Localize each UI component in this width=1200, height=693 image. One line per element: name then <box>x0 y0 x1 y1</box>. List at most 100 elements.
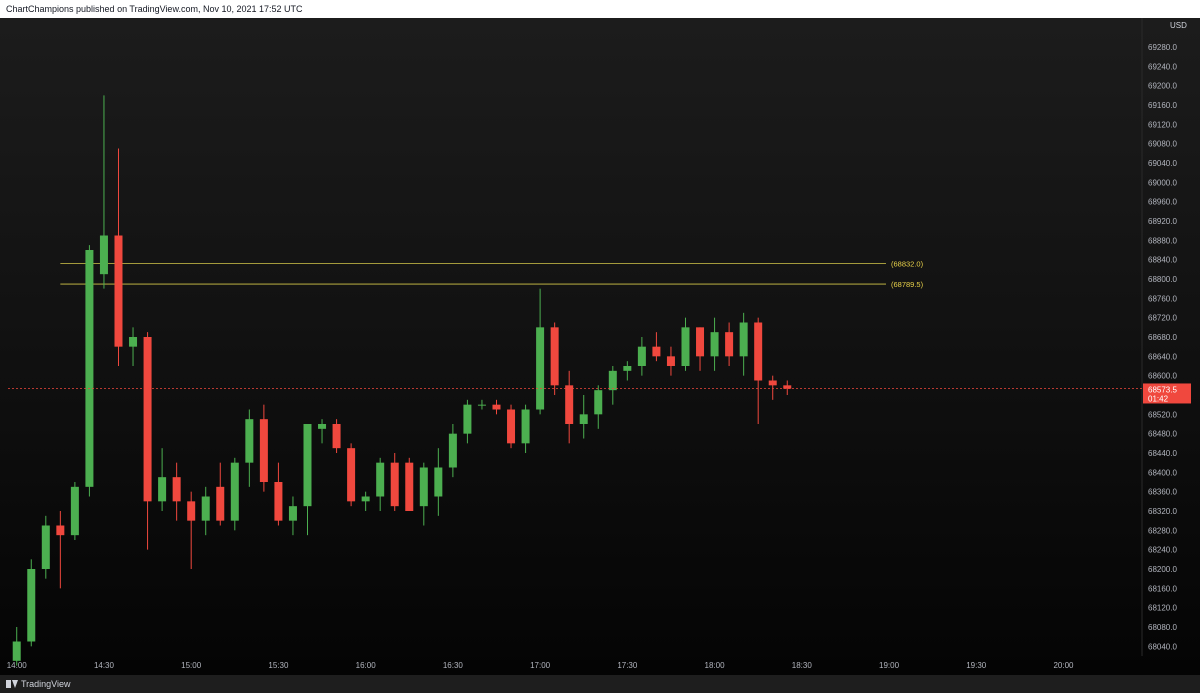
candle-body <box>725 332 734 357</box>
candle-body <box>230 462 239 521</box>
candle-body <box>652 346 661 357</box>
price-tick-label: 68080.0 <box>1148 623 1177 632</box>
price-tick-label: 68400.0 <box>1148 468 1177 477</box>
price-tick-label: 68520.0 <box>1148 410 1177 419</box>
footer-brand: TradingView <box>21 679 71 689</box>
candle-body <box>536 327 545 410</box>
candle-body <box>594 390 603 415</box>
price-axis[interactable]: USD 68040.0 68080.0 68120.0 68160.0 68200.0 68… <box>1141 18 1187 656</box>
price-tick-label: 69120.0 <box>1148 120 1177 129</box>
time-tick-label: 16:30 <box>443 661 464 670</box>
price-tick-label: 68960.0 <box>1148 198 1177 207</box>
time-axis[interactable]: 14:00 14:30 15:00 15:30 16:00 16:30 17:00 17:30… <box>7 661 1074 670</box>
price-tick-label: 68200.0 <box>1148 565 1177 574</box>
candle-body <box>56 525 65 536</box>
price-tick-label: 68920.0 <box>1148 217 1177 226</box>
candle-body <box>376 462 385 497</box>
candle-body <box>347 448 356 502</box>
candle-body <box>419 467 428 507</box>
candle-body <box>27 569 36 642</box>
last-price-label: 68573.5 <box>1148 385 1177 394</box>
candle-body <box>696 327 705 357</box>
candle-body <box>172 477 181 502</box>
price-tick-label: 68040.0 <box>1148 642 1177 651</box>
candle-body <box>361 496 370 502</box>
price-tick-label: 68760.0 <box>1148 294 1177 303</box>
time-tick-label: 14:30 <box>94 661 115 670</box>
time-tick-label: 17:30 <box>617 661 638 670</box>
candle-body <box>187 501 196 521</box>
time-tick-label: 18:30 <box>792 661 813 670</box>
price-tick-label: 68360.0 <box>1148 488 1177 497</box>
price-tick-label: 69000.0 <box>1148 178 1177 187</box>
candle-body <box>318 424 327 429</box>
price-tick-label: 68680.0 <box>1148 333 1177 342</box>
candle-body <box>434 467 443 497</box>
time-tick-label: 15:00 <box>181 661 202 670</box>
price-tick-label: 69040.0 <box>1148 159 1177 168</box>
candle-body <box>608 370 617 391</box>
candle-body <box>666 356 675 366</box>
candle-body <box>579 414 588 424</box>
price-tick-label: 69280.0 <box>1148 43 1177 52</box>
candle-body <box>710 332 719 357</box>
candle-body <box>70 486 79 536</box>
candle-body <box>85 250 94 487</box>
candle-body <box>754 322 763 381</box>
horizontal-line-label: (68832.0) <box>891 260 924 269</box>
candle-body <box>623 366 632 371</box>
candle-body <box>565 385 574 424</box>
time-tick-label: 20:00 <box>1053 661 1074 670</box>
price-tick-label: 68880.0 <box>1148 236 1177 245</box>
time-tick-label: 17:00 <box>530 661 551 670</box>
price-tick-label: 68600.0 <box>1148 372 1177 381</box>
candlestick-chart[interactable]: USD 68040.0 68080.0 68120.0 68160.0 68200.0 68… <box>0 18 1200 675</box>
price-tick-label: 69160.0 <box>1148 101 1177 110</box>
candle-body <box>507 409 516 444</box>
candle-body <box>259 419 268 482</box>
candle-body <box>637 346 646 366</box>
price-tick-label: 69200.0 <box>1148 82 1177 91</box>
currency-label: USD <box>1170 21 1187 30</box>
candle-body <box>448 433 457 468</box>
price-tick-label: 68720.0 <box>1148 314 1177 323</box>
time-tick-label: 16:00 <box>356 661 377 670</box>
price-tick-label: 68480.0 <box>1148 430 1177 439</box>
countdown-label: 01:42 <box>1148 394 1169 403</box>
candle-body <box>274 482 283 521</box>
publish-text: ChartChampions published on TradingView.… <box>6 4 303 14</box>
horizontal-lines[interactable]: (68832.0) (68789.5) <box>60 260 924 290</box>
candle-body <box>405 462 414 511</box>
candle-body <box>768 380 777 386</box>
price-tick-label: 68800.0 <box>1148 275 1177 284</box>
price-tick-label: 68240.0 <box>1148 546 1177 555</box>
price-tick-label: 68440.0 <box>1148 449 1177 458</box>
price-tick-label: 68840.0 <box>1148 256 1177 265</box>
time-tick-label: 19:30 <box>966 661 987 670</box>
candle-body <box>129 337 138 347</box>
price-tick-label: 69080.0 <box>1148 140 1177 149</box>
candle-body <box>492 404 501 410</box>
time-tick-label: 15:30 <box>268 661 289 670</box>
candle-body <box>143 337 152 502</box>
footer-bar: TradingView <box>0 675 1200 693</box>
candle-body <box>41 525 50 569</box>
price-tick-label: 68160.0 <box>1148 584 1177 593</box>
candle-body <box>158 477 167 502</box>
candle-body <box>550 327 559 386</box>
candle-body <box>12 641 21 661</box>
price-tick-label: 68280.0 <box>1148 526 1177 535</box>
tradingview-logo-icon <box>6 680 18 688</box>
candle-body <box>99 235 108 275</box>
chart-area[interactable]: USD 68040.0 68080.0 68120.0 68160.0 68200.0 68… <box>0 18 1200 675</box>
time-tick-label: 19:00 <box>879 661 900 670</box>
candle-body <box>216 486 225 521</box>
candle-body <box>681 327 690 366</box>
price-tick-label: 68120.0 <box>1148 604 1177 613</box>
candle-body <box>288 506 297 521</box>
candle-body <box>201 496 210 521</box>
candles <box>12 95 792 666</box>
candle-body <box>245 419 254 463</box>
publish-header: ChartChampions published on TradingView.… <box>0 0 1200 18</box>
price-tick-label: 68320.0 <box>1148 507 1177 516</box>
